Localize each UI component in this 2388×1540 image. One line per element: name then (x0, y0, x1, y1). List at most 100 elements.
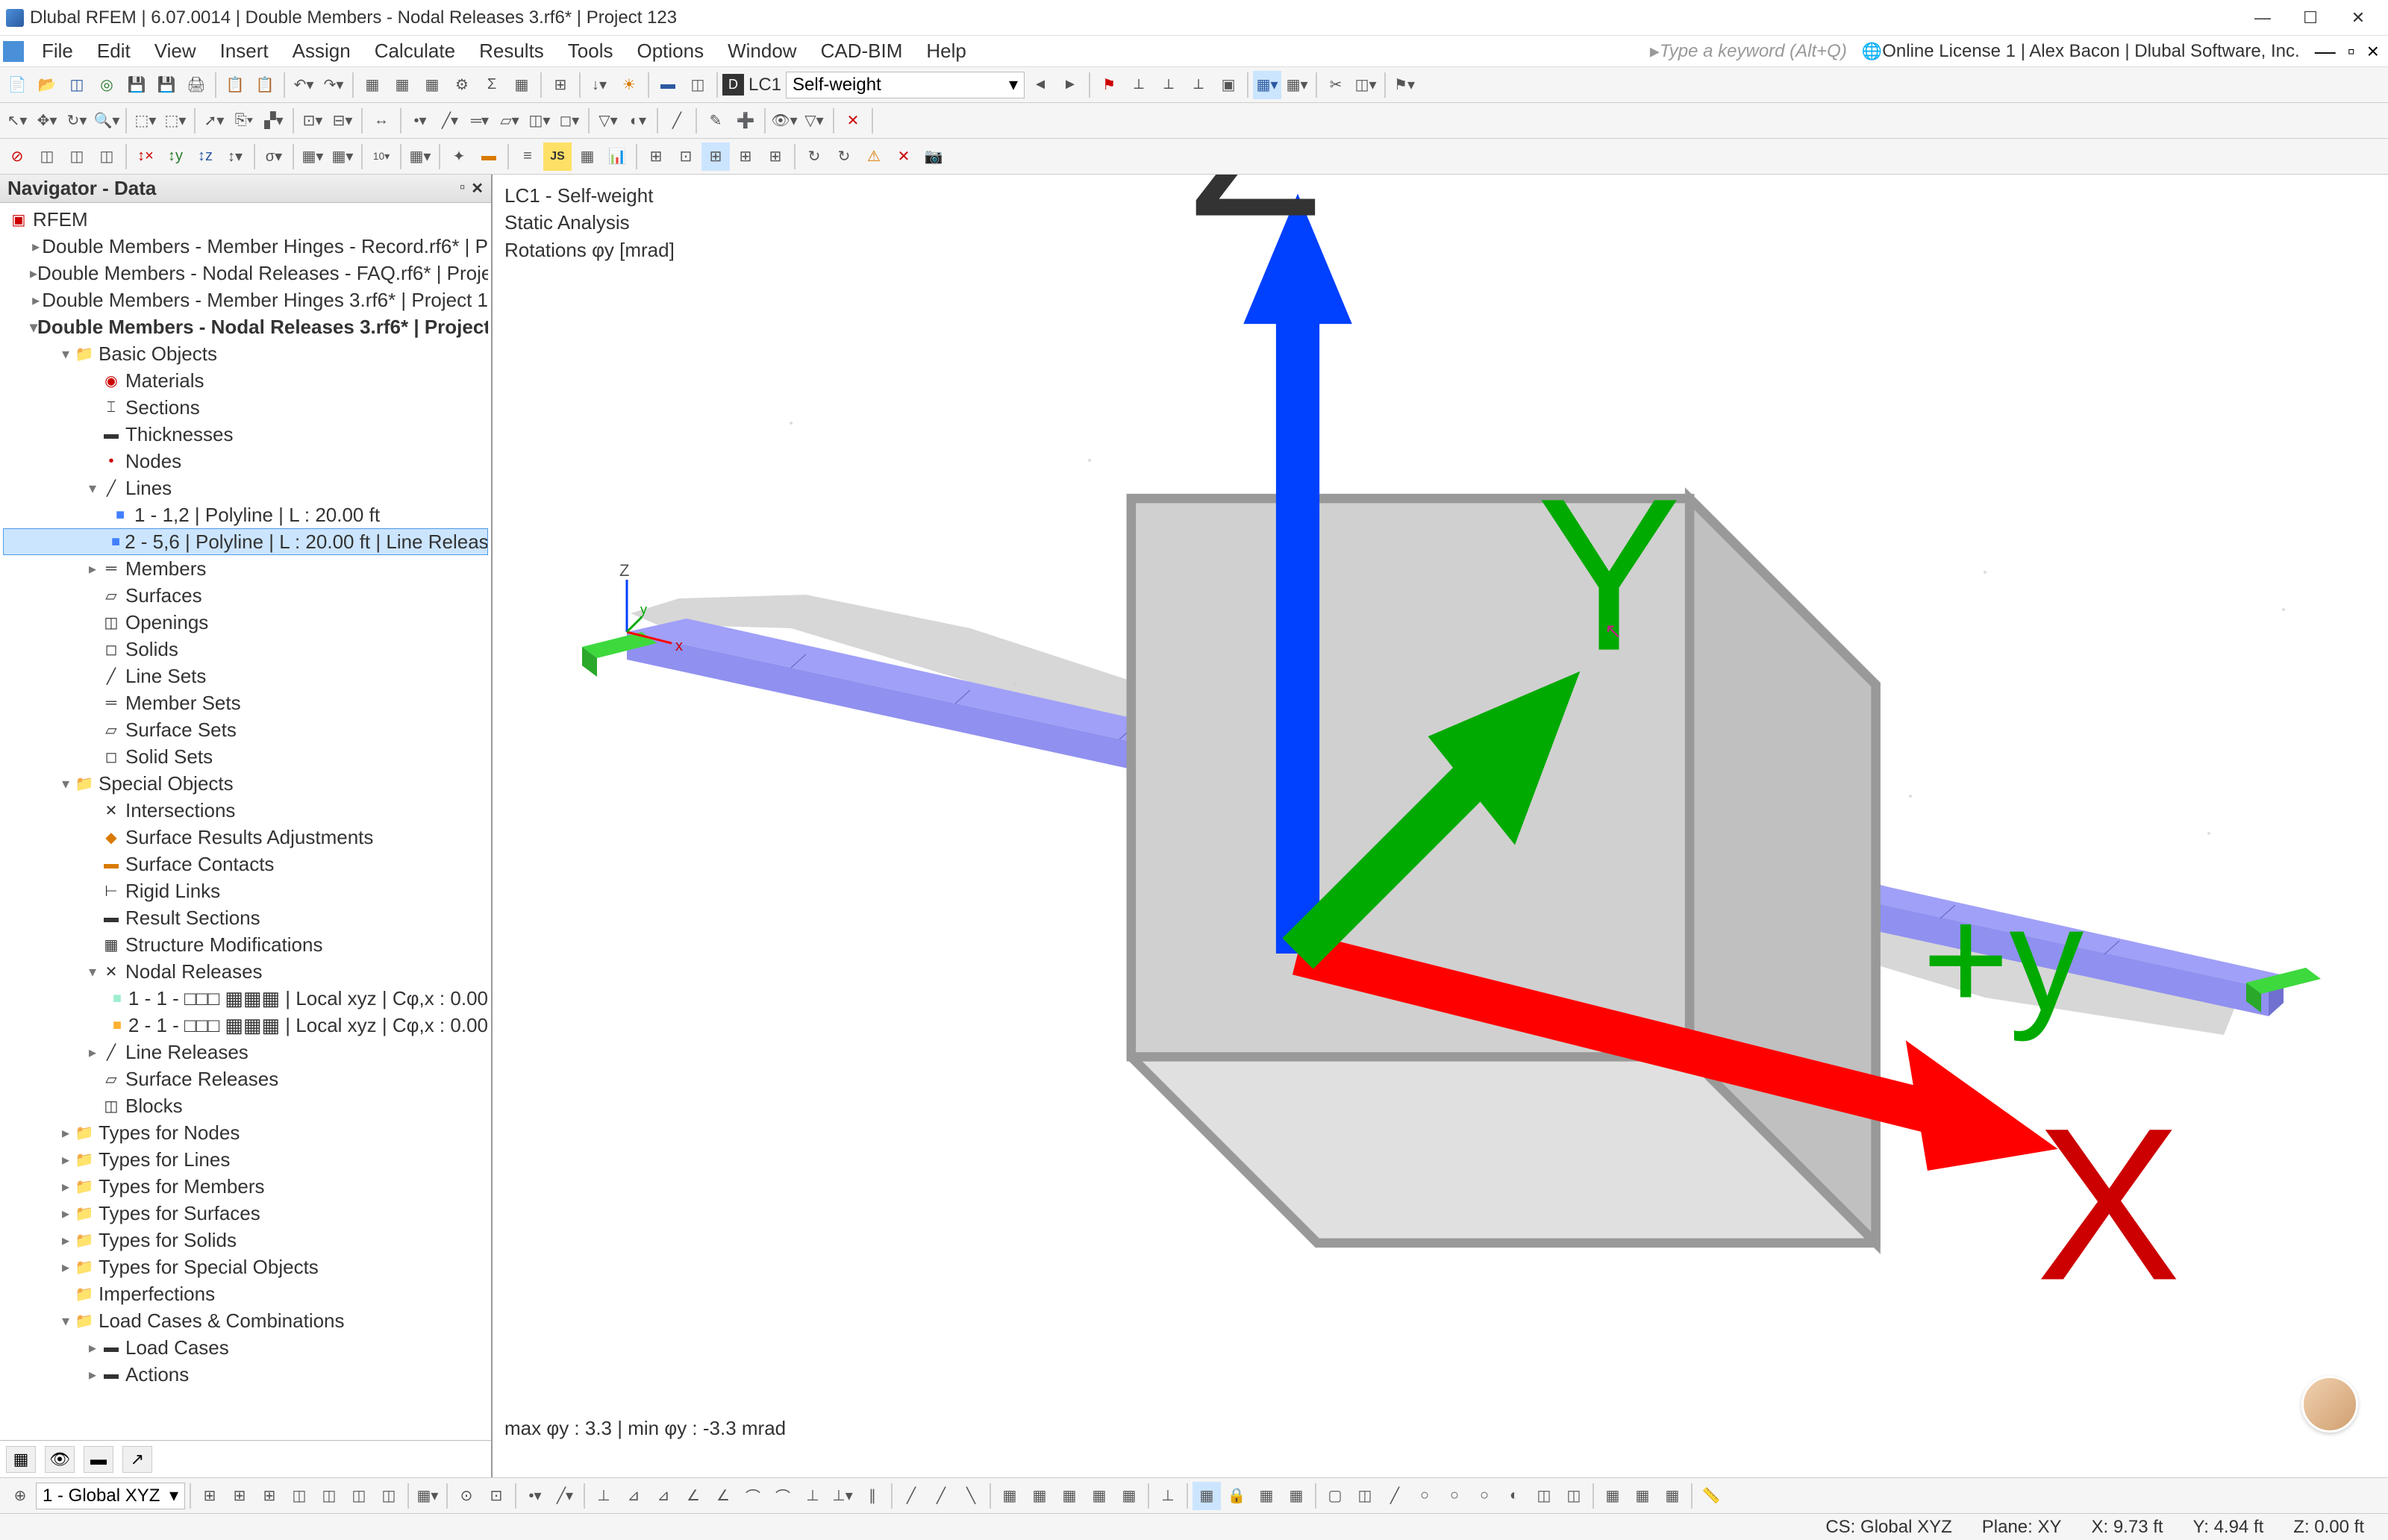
grid3-button[interactable]: ▦ (1055, 1482, 1084, 1510)
tree-file[interactable]: ▸Double Members - Member Hinges 3.rf6* |… (3, 287, 488, 313)
surf-button[interactable]: ▬ (475, 143, 503, 171)
tree-line-item-selected[interactable]: ■2 - 5,6 | Polyline | L : 20.00 ft | Lin… (3, 528, 488, 555)
wireframe-button[interactable]: ▦▾ (1283, 71, 1311, 99)
refresh-button[interactable]: ↻ (800, 143, 828, 171)
shape5-button[interactable]: ○ (1440, 1482, 1469, 1510)
tree-surface-releases[interactable]: ▱Surface Releases (3, 1065, 488, 1092)
view-iso4-button[interactable]: ◫ (375, 1482, 403, 1510)
render4-button[interactable]: ▦ (1282, 1482, 1310, 1510)
tree-file[interactable]: ▸Double Members - Member Hinges - Record… (3, 233, 488, 260)
curve-button[interactable]: ⌒ (739, 1482, 767, 1510)
expand-icon[interactable]: ▸ (30, 264, 37, 283)
member-button[interactable]: ═▾ (466, 107, 494, 135)
cs-dropdown[interactable]: 1 - Global XYZ▾ (36, 1483, 185, 1509)
tree-materials[interactable]: ◉Materials (3, 367, 488, 394)
opening-button[interactable]: ◫▾ (525, 107, 554, 135)
tree-nodal-rel-item[interactable]: ■1 - 1 - □□□ ▦▦▦ | Local xyz | Cφ,x : 0.… (3, 985, 488, 1012)
plane-button[interactable]: ⊥ (1154, 1482, 1182, 1510)
flag2-button[interactable]: ⚑▾ (1390, 71, 1419, 99)
tangent-button[interactable]: ⊥ (798, 1482, 827, 1510)
keyword-input[interactable]: Type a keyword (Alt+Q) (1660, 41, 1847, 62)
surface-button[interactable]: ▱▾ (496, 107, 524, 135)
expand-icon[interactable]: ▸ (30, 237, 42, 256)
check2-button[interactable]: ⊡ (672, 143, 700, 171)
perp-button[interactable]: ⊥▾ (828, 1482, 857, 1510)
uxyz-button[interactable]: ↕▾ (221, 143, 249, 171)
collapse-icon[interactable]: ▾ (57, 774, 75, 793)
snap2-button[interactable]: ⊡ (482, 1482, 510, 1510)
view-xz-button[interactable]: ⊞ (225, 1482, 254, 1510)
render-button[interactable]: ▦▾ (1253, 71, 1281, 99)
angle-button[interactable]: ∠ (679, 1482, 707, 1510)
sigma-button[interactable]: Σ (478, 71, 506, 99)
shape3-button[interactable]: ╱ (1381, 1482, 1409, 1510)
report-button[interactable]: 📋 (221, 71, 249, 99)
delete-button[interactable]: ✕ (839, 107, 867, 135)
menu-insert[interactable]: Insert (208, 37, 281, 66)
tree-surfaces[interactable]: ▱Surfaces (3, 582, 488, 609)
solid-button[interactable]: ◻▾ (555, 107, 584, 135)
mesh-button[interactable]: ✦ (445, 143, 473, 171)
menu-cadbim[interactable]: CAD-BIM (809, 37, 915, 66)
guide2-button[interactable]: ╱ (927, 1482, 955, 1510)
grid-button[interactable]: ▦▾ (406, 143, 434, 171)
view-iso3-button[interactable]: ◫ (345, 1482, 373, 1510)
uz-button[interactable]: ↕z (191, 143, 219, 171)
tree-blocks[interactable]: ◫Blocks (3, 1092, 488, 1119)
plus-button[interactable]: ➕ (731, 107, 760, 135)
ux-button[interactable]: ↕× (131, 143, 160, 171)
tree-types-nodes[interactable]: ▸📁Types for Nodes (3, 1119, 488, 1146)
maximize-button[interactable]: ☐ (2295, 7, 2325, 29)
expand-icon[interactable]: ▸ (84, 1043, 101, 1062)
stress-button[interactable]: σ▾ (260, 143, 288, 171)
tree-solids[interactable]: ◻Solids (3, 636, 488, 663)
nav-data-button[interactable]: ▦ (6, 1446, 36, 1473)
expand-icon[interactable]: ▸ (84, 560, 101, 578)
next-lc-button[interactable]: ► (1056, 71, 1084, 99)
check5-button[interactable]: ⊞ (761, 143, 790, 171)
divide-button[interactable]: ⊟▾ (328, 107, 357, 135)
view-yz-button[interactable]: ⊞ (255, 1482, 284, 1510)
snap-line-button[interactable]: ╱▾ (551, 1482, 579, 1510)
close-button[interactable]: ✕ (2343, 7, 2373, 29)
rotate-button[interactable]: ↻▾ (63, 107, 91, 135)
grid-toggle-button[interactable]: ▦▾ (413, 1482, 442, 1510)
tree-intersections[interactable]: ✕Intersections (3, 797, 488, 824)
tree-line-item[interactable]: ■1 - 1,2 | Polyline | L : 20.00 ft (3, 501, 488, 528)
clip-button[interactable]: ✂ (1322, 71, 1350, 99)
cube1-button[interactable]: ◫ (33, 143, 61, 171)
script2-button[interactable]: ▦ (573, 143, 601, 171)
close-panel-icon[interactable]: ✕ (471, 179, 484, 198)
menu-window[interactable]: Window (716, 37, 808, 66)
ortho2-button[interactable]: ⊿ (619, 1482, 648, 1510)
tree-sra[interactable]: ◆Surface Results Adjustments (3, 824, 488, 851)
view-xy-button[interactable]: ⊞ (196, 1482, 224, 1510)
minimize-button[interactable]: — (2248, 7, 2278, 29)
calc-button[interactable]: ▦ (418, 71, 446, 99)
nav-results-button[interactable]: ↗ (122, 1446, 152, 1473)
redo-button[interactable]: ↷▾ (319, 71, 348, 99)
visibility-button[interactable]: 👁▾ (770, 107, 798, 135)
tree-types-special[interactable]: ▸📁Types for Special Objects (3, 1253, 488, 1280)
refresh2-button[interactable]: ↻ (830, 143, 858, 171)
tree-solidsets[interactable]: ◻Solid Sets (3, 743, 488, 770)
tree-line-releases[interactable]: ▸╱Line Releases (3, 1039, 488, 1065)
dim3-button[interactable]: ⟂ (1154, 71, 1183, 99)
check4-button[interactable]: ⊞ (731, 143, 760, 171)
sel-poly-button[interactable]: ⬚▾ (131, 107, 160, 135)
loadcase-dropdown[interactable]: Self-weight ▾ (786, 72, 1025, 98)
collapse-icon[interactable]: ▾ (30, 318, 37, 337)
tree-sections[interactable]: ⌶Sections (3, 394, 488, 421)
prev-lc-button[interactable]: ◄ (1026, 71, 1054, 99)
shape1-button[interactable]: ▢ (1321, 1482, 1349, 1510)
check1-button[interactable]: ⊞ (642, 143, 670, 171)
shape6-button[interactable]: ○ (1470, 1482, 1498, 1510)
dim-line-button[interactable]: ↔ (367, 107, 396, 135)
collapse-icon[interactable]: ▾ (57, 345, 75, 363)
table2-button[interactable]: ▦ (388, 71, 416, 99)
view2-button[interactable]: ◫ (684, 71, 712, 99)
view-iso2-button[interactable]: ◫ (315, 1482, 343, 1510)
tree-types-solids[interactable]: ▸📁Types for Solids (3, 1227, 488, 1253)
expand-icon[interactable]: ▸ (57, 1204, 75, 1223)
menu-options[interactable]: Options (625, 37, 716, 66)
